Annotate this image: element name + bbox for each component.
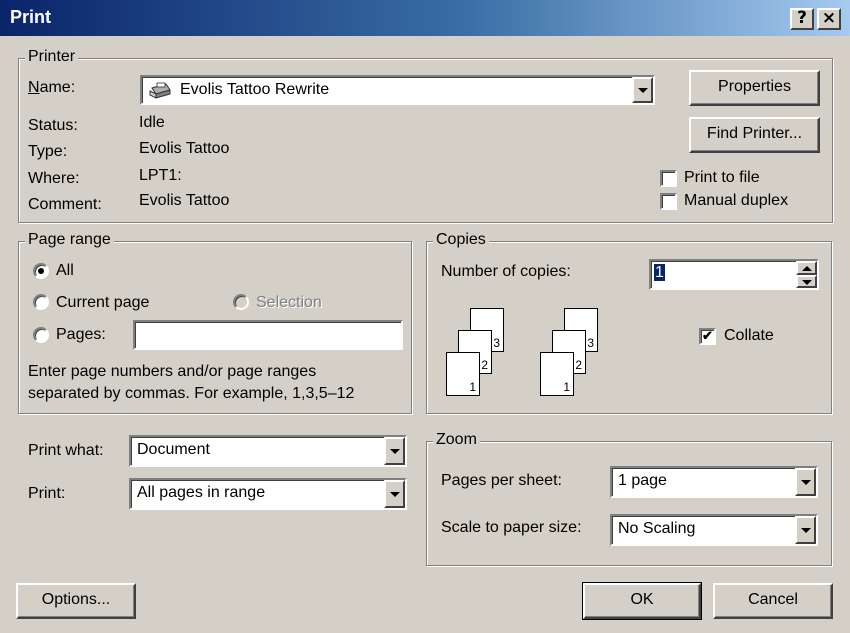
title-bar[interactable]: Print ? × [0,0,850,36]
current-page-label: Current page [56,294,150,311]
page-icon: 1 [540,352,574,396]
collate-label: Collate [724,327,774,344]
selection-label: Selection [256,294,322,311]
options-button[interactable]: Options... [16,583,136,619]
zoom-group: Zoom [426,431,832,566]
copies-value: 1 [654,264,665,281]
print-dropdown[interactable]: All pages in range [129,478,407,510]
print-what-label: Print what: [28,442,104,459]
page-range-hint-2: separated by commas. For example, 1,3,5–… [28,385,355,402]
printer-icon [148,82,172,99]
spin-up-icon[interactable] [796,261,817,275]
chevron-down-icon[interactable] [384,437,405,465]
print-what-dropdown[interactable]: Document [129,435,407,467]
scale-to-paper-value: No Scaling [618,520,696,537]
type-value: Evolis Tattoo [139,140,230,157]
number-of-copies-label: Number of copies: [441,263,571,280]
pages-per-sheet-label: Pages per sheet: [441,472,562,489]
print-to-file-label: Print to file [684,169,760,186]
radio-dot-icon [38,268,44,274]
page-icon: 1 [446,352,480,396]
collate-checkbox[interactable]: ✔ [699,328,716,345]
find-printer-button[interactable]: Find Printer... [689,117,820,153]
where-value: LPT1: [139,167,182,184]
zoom-group-label: Zoom [433,431,480,449]
all-label: All [56,262,74,279]
type-label: Type: [28,143,68,160]
checkmark-icon: ✔ [702,328,713,343]
where-label: Where: [28,170,80,187]
window-title: Print [10,7,52,27]
selection-radio [233,294,249,310]
page-range-hint-1: Enter page numbers and/or page ranges [28,363,317,380]
comment-label: Comment: [28,196,102,213]
cancel-button[interactable]: Cancel [713,583,833,619]
chevron-down-icon[interactable] [795,468,816,496]
chevron-down-icon[interactable] [384,480,405,508]
manual-duplex-checkbox[interactable] [660,193,677,210]
all-radio[interactable] [33,263,49,279]
name-label: Name: [28,79,76,96]
print-to-file-checkbox[interactable] [660,170,677,187]
copies-spinner[interactable]: 1 [649,259,819,290]
pages-label: Pages: [56,326,106,343]
printer-group-label: Printer [25,48,79,66]
comment-value: Evolis Tattoo [139,192,230,209]
properties-button[interactable]: Properties [689,70,820,106]
manual-duplex-label: Manual duplex [684,192,789,209]
status-value: Idle [139,114,165,131]
status-label: Status: [28,117,78,134]
ok-button[interactable]: OK [582,582,702,620]
pages-per-sheet-dropdown[interactable]: 1 page [610,466,818,498]
pages-radio[interactable] [33,327,49,343]
chevron-down-icon[interactable] [795,516,816,544]
help-button[interactable]: ? [790,8,814,30]
print-label: Print: [28,485,66,502]
spin-down-icon[interactable] [796,274,817,288]
page-range-group-label: Page range [25,231,114,249]
printer-name-value: Evolis Tattoo Rewrite [180,81,330,98]
scale-to-paper-label: Scale to paper size: [441,519,582,536]
close-button[interactable]: × [817,8,841,30]
printer-name-dropdown[interactable]: Evolis Tattoo Rewrite [140,75,655,105]
print-value: All pages in range [137,484,266,501]
pages-per-sheet-value: 1 page [618,472,667,489]
pages-input[interactable] [133,320,403,350]
print-what-value: Document [137,441,210,458]
current-page-radio[interactable] [33,294,49,310]
close-icon: × [821,8,837,28]
copies-group-label: Copies [433,231,489,249]
chevron-down-icon[interactable] [632,77,653,103]
scale-to-paper-dropdown[interactable]: No Scaling [610,514,818,546]
